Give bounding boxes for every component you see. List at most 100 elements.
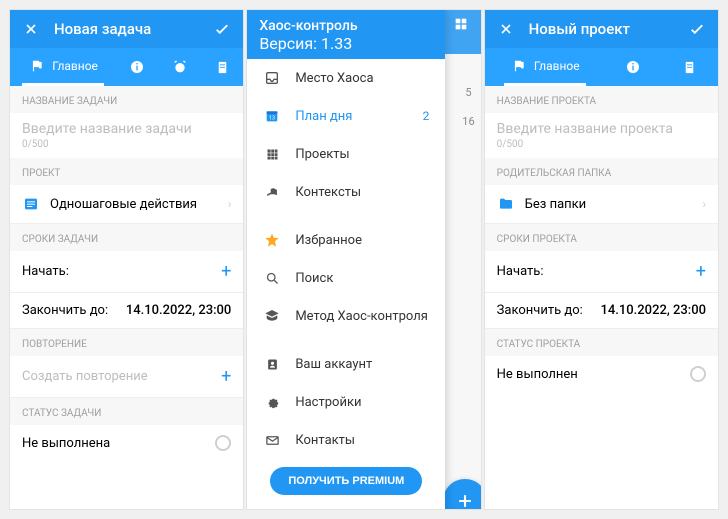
end-label: Закончить до: — [497, 303, 583, 318]
tab-main-label: Главное — [534, 59, 580, 73]
grid-icon — [263, 145, 281, 163]
menu-projects[interactable]: Проекты — [247, 135, 445, 173]
char-counter: 0/500 — [10, 139, 243, 158]
alarm-icon[interactable] — [171, 58, 189, 76]
section-project-label: ПРОЕКТ — [10, 158, 243, 185]
list-icon — [22, 195, 40, 213]
end-date-row[interactable]: Закончить до: 14.10.2022, 23:00 — [485, 293, 718, 329]
header-title: Новая задача — [54, 20, 199, 38]
svg-text:13: 13 — [269, 115, 275, 121]
close-icon[interactable] — [497, 20, 515, 38]
menu-label: Контексты — [295, 185, 429, 200]
app-title: Хаос-контроль — [259, 18, 433, 34]
end-value: 14.10.2022, 23:00 — [126, 303, 231, 318]
plus-icon: + — [221, 366, 231, 387]
sync-row[interactable]: Не синхронизировано — [247, 503, 445, 509]
section-deadline-label: СРОКИ ЗАДАЧИ — [10, 224, 243, 251]
folder-icon — [497, 195, 515, 213]
confirm-icon[interactable] — [688, 20, 706, 38]
end-label: Закончить до: — [22, 303, 108, 318]
header: Новая задача — [10, 10, 243, 48]
mail-icon — [263, 431, 281, 449]
menu-contexts[interactable]: Контексты — [247, 173, 445, 211]
status-row[interactable]: Не выполнен — [485, 356, 718, 392]
status-row[interactable]: Не выполнена — [10, 425, 243, 461]
info-icon[interactable] — [128, 58, 146, 76]
menu-account[interactable]: Ваш аккаунт — [247, 345, 445, 383]
tab-main-label: Главное — [52, 59, 98, 73]
menu-label: Избранное — [295, 233, 429, 248]
search-icon — [263, 269, 281, 287]
note-icon[interactable] — [681, 58, 699, 76]
calendar-background — [441, 10, 481, 509]
project-value: Одношаговые действия — [50, 197, 197, 212]
menu-label: Проекты — [295, 147, 429, 162]
badge: 2 — [423, 109, 430, 123]
screen-new-task: Новая задача Главное НАЗВАНИЕ ЗАДАЧИ Вве… — [10, 10, 243, 509]
start-date-row[interactable]: Начать: + — [485, 251, 718, 293]
grid-icon[interactable] — [441, 10, 481, 54]
task-name-input[interactable]: Введите название задачи — [10, 113, 243, 139]
start-date-row[interactable]: Начать: + — [10, 251, 243, 293]
menu-method[interactable]: Метод Хаос-контроля — [247, 297, 445, 335]
cal-day: 16 — [462, 115, 474, 128]
char-counter: 0/500 — [485, 139, 718, 158]
flag-icon — [510, 57, 528, 75]
tab-main[interactable]: Главное — [22, 48, 104, 86]
menu-search[interactable]: Поиск — [247, 259, 445, 297]
section-deadline-label: СРОКИ ПРОЕКТА — [485, 224, 718, 251]
menu-settings[interactable]: Настройки — [247, 383, 445, 421]
menu-label: Поиск — [295, 271, 429, 286]
tab-main[interactable]: Главное — [504, 48, 586, 86]
gear-icon — [263, 393, 281, 411]
menu-label: План дня — [295, 109, 408, 124]
radio-unchecked-icon — [215, 435, 231, 451]
menu-label: Метод Хаос-контроля — [295, 309, 429, 324]
end-date-row[interactable]: Закончить до: 14.10.2022, 23:00 — [10, 293, 243, 329]
tabs: Главное — [10, 48, 243, 86]
drawer-header: Хаос-контроль Версия: 1.33 — [247, 10, 445, 59]
premium-button[interactable]: ПОЛУЧИТЬ PREMIUM — [270, 467, 422, 495]
menu-favorites[interactable]: Избранное — [247, 221, 445, 259]
project-row[interactable]: Одношаговые действия › — [10, 185, 243, 224]
calendar-days: 5 16 — [462, 86, 474, 128]
note-icon[interactable] — [213, 58, 231, 76]
repeat-row[interactable]: Создать повторение + — [10, 356, 243, 398]
screen-new-project: Новый проект Главное НАЗВАНИЕ ПРОЕКТА Вв… — [485, 10, 718, 509]
pin-icon — [263, 183, 281, 201]
tabs: Главное — [485, 48, 718, 86]
status-value: Не выполнен — [497, 367, 578, 382]
header: Новый проект — [485, 10, 718, 48]
menu-day-plan[interactable]: 13 План дня 2 — [247, 97, 445, 135]
menu-chaos-place[interactable]: Место Хаоса — [247, 59, 445, 97]
section-name-label: НАЗВАНИЕ ЗАДАЧИ — [10, 86, 243, 113]
menu-contacts[interactable]: Контакты — [247, 421, 445, 459]
graduation-icon — [263, 307, 281, 325]
plus-icon: + — [221, 261, 231, 282]
section-status-label: СТАТУС ЗАДАЧИ — [10, 398, 243, 425]
flag-icon — [28, 57, 46, 75]
section-status-label: СТАТУС ПРОЕКТА — [485, 329, 718, 356]
chevron-right-icon: › — [702, 197, 706, 211]
close-icon[interactable] — [22, 20, 40, 38]
section-parent-label: РОДИТЕЛЬСКАЯ ПАПКА — [485, 158, 718, 185]
project-name-input[interactable]: Введите название проекта — [485, 113, 718, 139]
menu-label: Настройки — [295, 395, 429, 410]
info-icon[interactable] — [624, 58, 642, 76]
status-value: Не выполнена — [22, 436, 110, 451]
menu-label: Контакты — [295, 433, 429, 448]
confirm-icon[interactable] — [213, 20, 231, 38]
radio-unchecked-icon — [690, 366, 706, 382]
menu-label: Место Хаоса — [295, 71, 429, 86]
star-icon — [263, 231, 281, 249]
calendar-icon: 13 — [263, 107, 281, 125]
section-name-label: НАЗВАНИЕ ПРОЕКТА — [485, 86, 718, 113]
end-value: 14.10.2022, 23:00 — [601, 303, 706, 318]
inbox-icon — [263, 69, 281, 87]
repeat-create-label: Создать повторение — [22, 369, 148, 384]
section-repeat-label: ПОВТОРЕНИЕ — [10, 329, 243, 356]
plus-icon: + — [696, 261, 706, 282]
start-label: Начать: — [22, 264, 69, 279]
menu-label: Ваш аккаунт — [295, 357, 429, 372]
parent-folder-row[interactable]: Без папки › — [485, 185, 718, 224]
